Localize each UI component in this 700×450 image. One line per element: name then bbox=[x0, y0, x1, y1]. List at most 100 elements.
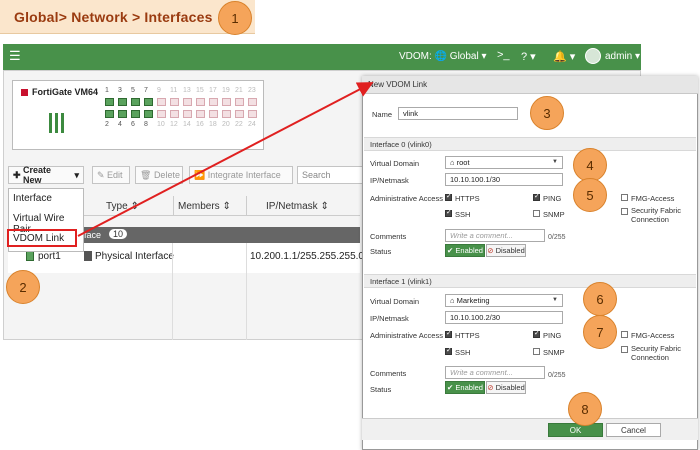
iface0-disabled-toggle[interactable]: ⊘ Disabled bbox=[486, 244, 526, 257]
cli-icon[interactable]: >_ bbox=[497, 49, 510, 61]
port-icon[interactable] bbox=[144, 98, 153, 106]
iface1-ping-checkbox[interactable] bbox=[533, 329, 540, 338]
group-label: face bbox=[84, 230, 102, 240]
highlight-box bbox=[7, 229, 77, 247]
name-input[interactable]: vlink bbox=[398, 107, 518, 120]
iface1-ip-input[interactable]: 10.10.100.2/30 bbox=[445, 311, 563, 324]
table-header: Type ⇕ Members ⇕ IP/Netmask ⇕ bbox=[84, 196, 360, 216]
iface1-fmg-checkbox[interactable] bbox=[621, 331, 628, 338]
vdom-selector[interactable]: VDOM: 🌐 Global ▾ bbox=[399, 51, 487, 62]
port-icon[interactable] bbox=[157, 110, 166, 118]
disabled-label: Disabled bbox=[495, 246, 525, 255]
port-icon[interactable] bbox=[157, 98, 166, 106]
port-icon[interactable] bbox=[209, 98, 218, 106]
iface0-ip-input[interactable]: 10.10.100.1/30 bbox=[445, 173, 563, 186]
port-icon[interactable] bbox=[118, 110, 127, 118]
help-icon[interactable]: ? ▾ bbox=[521, 50, 536, 63]
column-divider bbox=[246, 243, 247, 340]
delete-button[interactable]: 🗑 Delete bbox=[135, 166, 183, 184]
hamburger-icon[interactable]: ☰ bbox=[9, 48, 21, 64]
iface0-fabric-checkbox[interactable] bbox=[621, 208, 628, 215]
port-icon[interactable] bbox=[235, 98, 244, 106]
step-badge-7: 7 bbox=[583, 315, 617, 349]
col-header-type[interactable]: Type ⇕ bbox=[106, 201, 139, 212]
port-icon[interactable] bbox=[248, 110, 257, 118]
iface0-snmp-checkbox[interactable] bbox=[533, 210, 540, 217]
port-number: 2 bbox=[105, 121, 109, 128]
iface0-https-checkbox[interactable] bbox=[445, 192, 452, 201]
bell-icon[interactable]: 🔔 ▾ bbox=[553, 50, 575, 63]
iface1-comments-input[interactable]: Write a comment... bbox=[445, 366, 545, 379]
menu-item-interface[interactable]: Interface bbox=[13, 193, 52, 204]
port-number: 13 bbox=[183, 87, 191, 94]
integrate-interface-button[interactable]: ⏩ Integrate Interface bbox=[189, 166, 293, 184]
port-icon[interactable] bbox=[170, 110, 179, 118]
col-header-members[interactable]: Members ⇕ bbox=[178, 201, 231, 212]
port-icon[interactable] bbox=[183, 98, 192, 106]
port-number: 4 bbox=[118, 121, 122, 128]
column-divider bbox=[173, 196, 174, 216]
port-number: 7 bbox=[144, 87, 148, 94]
check-icon: ✔ bbox=[447, 246, 456, 255]
avatar[interactable] bbox=[585, 48, 601, 64]
block-icon: ⊘ bbox=[487, 383, 496, 392]
device-name: FortiGate VM64 bbox=[32, 87, 99, 97]
toolbar: ✚ Create New ▾ ✎ Edit 🗑 Delete ⏩ Integra… bbox=[8, 165, 367, 186]
port-number: 24 bbox=[248, 121, 256, 128]
iface0-enabled-toggle[interactable]: ✔ Enabled bbox=[445, 244, 485, 257]
count-badge: 10 bbox=[109, 229, 128, 239]
iface0-fmg-checkbox[interactable] bbox=[621, 194, 628, 201]
iface1-snmp-checkbox[interactable] bbox=[533, 348, 540, 355]
port-icon[interactable] bbox=[183, 110, 192, 118]
search-input[interactable]: Search bbox=[297, 166, 367, 184]
create-new-button[interactable]: ✚ Create New ▾ bbox=[8, 165, 84, 185]
port-icon[interactable] bbox=[222, 98, 231, 106]
disabled-label: Disabled bbox=[495, 383, 525, 392]
iface0-ip-label: IP/Netmask bbox=[370, 176, 409, 185]
port-icon[interactable] bbox=[131, 98, 140, 106]
integrate-label: Integrate Interface bbox=[207, 170, 281, 180]
iface0-ssh-checkbox[interactable] bbox=[445, 208, 452, 217]
iface1-ssh-checkbox[interactable] bbox=[445, 346, 452, 355]
iface1-fabric-checkbox[interactable] bbox=[621, 346, 628, 353]
port-icon[interactable] bbox=[235, 110, 244, 118]
port-icon[interactable] bbox=[248, 98, 257, 106]
port-icon[interactable] bbox=[105, 110, 114, 118]
port-icon[interactable] bbox=[105, 98, 114, 106]
ok-button[interactable]: OK bbox=[548, 423, 603, 437]
iface0-ping-checkbox[interactable] bbox=[533, 192, 540, 201]
port-icon[interactable] bbox=[170, 98, 179, 106]
port-number: 12 bbox=[170, 121, 178, 128]
port-icon[interactable] bbox=[131, 110, 140, 118]
iface1-enabled-toggle[interactable]: ✔ Enabled bbox=[445, 381, 485, 394]
group-row[interactable]: face 10 bbox=[84, 227, 360, 243]
iface1-access-label: Administrative Access bbox=[370, 331, 443, 340]
edit-button[interactable]: ✎ Edit bbox=[92, 166, 130, 184]
col-header-ip[interactable]: IP/Netmask ⇕ bbox=[266, 201, 329, 212]
iface0-vdom-label: Virtual Domain bbox=[370, 159, 420, 168]
iface0-comments-input[interactable]: Write a comment... bbox=[445, 229, 545, 242]
step-badge-5: 5 bbox=[573, 178, 607, 212]
iface0-fmg-label: FMG-Access bbox=[631, 194, 675, 203]
port-icon[interactable] bbox=[196, 98, 205, 106]
user-menu[interactable]: admin ▾ bbox=[605, 51, 640, 62]
port-icon[interactable] bbox=[196, 110, 205, 118]
iface1-https-label: HTTPS bbox=[455, 331, 480, 340]
port-icon[interactable] bbox=[118, 98, 127, 106]
home-icon: ⌂ bbox=[450, 158, 457, 167]
iface1-https-checkbox[interactable] bbox=[445, 329, 452, 338]
delete-label: Delete bbox=[153, 170, 180, 180]
port-icon[interactable] bbox=[222, 110, 231, 118]
port-icon[interactable] bbox=[144, 110, 153, 118]
cancel-button[interactable]: Cancel bbox=[606, 423, 661, 437]
enabled-label: Enabled bbox=[455, 246, 483, 255]
iface0-vdom-select[interactable]: ⌂ root ▼ bbox=[445, 156, 563, 169]
port-icon[interactable] bbox=[209, 110, 218, 118]
col-header-type-label: Type bbox=[106, 201, 128, 212]
sort-icon: ⇕ bbox=[130, 201, 139, 212]
iface1-char-counter: 0/255 bbox=[548, 372, 566, 379]
iface1-disabled-toggle[interactable]: ⊘ Disabled bbox=[486, 381, 526, 394]
port-number: 3 bbox=[118, 87, 122, 94]
iface1-vdom-select[interactable]: ⌂ Marketing ▼ bbox=[445, 294, 563, 307]
port-number: 22 bbox=[235, 121, 243, 128]
